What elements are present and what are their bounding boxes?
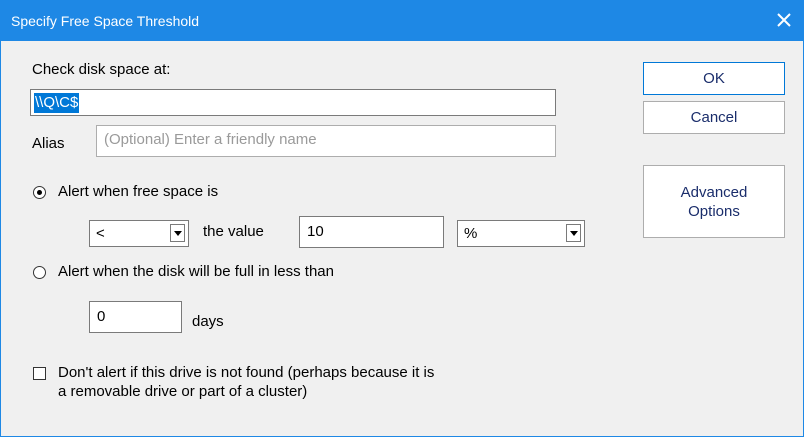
not-found-label-line2[interactable]: a removable drive or part of a cluster) bbox=[58, 383, 307, 400]
days-value: 0 bbox=[97, 308, 106, 325]
threshold-input[interactable]: 10 bbox=[299, 216, 444, 248]
window-title: Specify Free Space Threshold bbox=[11, 13, 200, 29]
alias-placeholder: (Optional) Enter a friendly name bbox=[104, 131, 317, 148]
operator-value: < bbox=[96, 225, 105, 242]
disk-path-input[interactable]: \\Q\C$ bbox=[30, 89, 556, 116]
radio-free-space-label[interactable]: Alert when free space is bbox=[58, 183, 218, 200]
advanced-options-button[interactable]: Advanced Options bbox=[643, 165, 785, 238]
alias-input[interactable]: (Optional) Enter a friendly name bbox=[96, 125, 556, 157]
threshold-value: 10 bbox=[307, 223, 324, 240]
disk-path-value: \\Q\C$ bbox=[34, 93, 80, 113]
radio-free-space[interactable] bbox=[33, 186, 46, 199]
check-disk-label: Check disk space at: bbox=[32, 61, 171, 78]
dialog-window: Specify Free Space Threshold Check disk … bbox=[0, 0, 804, 437]
not-found-checkbox[interactable] bbox=[33, 367, 46, 380]
unit-select[interactable]: % bbox=[457, 220, 585, 247]
cancel-button[interactable]: Cancel bbox=[643, 101, 785, 134]
days-label: days bbox=[192, 313, 224, 330]
operator-dropdown-icon[interactable] bbox=[170, 224, 185, 242]
ok-button[interactable]: OK bbox=[643, 62, 785, 95]
close-icon[interactable] bbox=[775, 11, 793, 29]
advanced-options-label-line1: Advanced bbox=[680, 183, 748, 201]
days-input[interactable]: 0 bbox=[89, 301, 182, 333]
unit-dropdown-icon[interactable] bbox=[566, 224, 581, 242]
not-found-label-line1[interactable]: Don't alert if this drive is not found (… bbox=[58, 364, 434, 381]
ok-button-label: OK bbox=[703, 70, 725, 87]
title-bar[interactable]: Specify Free Space Threshold bbox=[1, 1, 803, 41]
the-value-label: the value bbox=[203, 223, 264, 240]
alias-label: Alias bbox=[32, 135, 65, 152]
unit-value: % bbox=[464, 225, 478, 242]
radio-disk-full[interactable] bbox=[33, 266, 46, 279]
advanced-options-label-line2: Options bbox=[688, 202, 740, 220]
cancel-button-label: Cancel bbox=[690, 109, 738, 126]
operator-select[interactable]: < bbox=[89, 220, 189, 247]
radio-disk-full-label[interactable]: Alert when the disk will be full in less… bbox=[58, 263, 334, 280]
